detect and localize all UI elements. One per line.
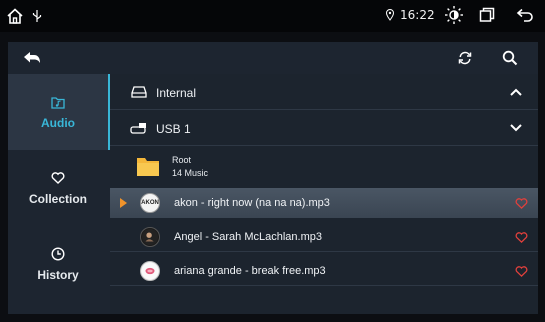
device-label: USB 1 [156, 122, 191, 136]
sidebar-item-label: Collection [28, 192, 87, 206]
device-internal[interactable]: Internal [110, 74, 538, 110]
status-bar: 16:22 [0, 0, 545, 32]
clock-icon [50, 246, 66, 262]
sidebar-item-label: Audio [41, 116, 75, 130]
song-row[interactable]: ariana grande - break free.mp3 [110, 256, 538, 286]
now-playing-icon [120, 198, 127, 208]
song-title: ariana grande - break free.mp3 [174, 265, 326, 277]
album-art [140, 261, 160, 281]
song-row[interactable]: AKON akon - right now (na na na).mp3 [110, 188, 538, 218]
back-arrow-icon[interactable] [20, 48, 44, 68]
sidebar-item-label: History [37, 268, 79, 282]
favorite-heart-icon[interactable] [514, 230, 528, 244]
location-icon [385, 8, 395, 22]
clock-time: 16:22 [400, 8, 435, 22]
drive-icon [130, 85, 148, 99]
sidebar-item-collection[interactable]: Collection [8, 150, 108, 226]
folder-name: Root [172, 155, 192, 165]
sidebar-item-history[interactable]: History [8, 226, 108, 302]
chevron-down-icon[interactable] [508, 120, 524, 136]
refresh-icon[interactable] [456, 49, 474, 67]
window-icon[interactable] [478, 6, 496, 24]
file-list: Internal USB 1 Root 14 Music AKON akon - [110, 74, 538, 314]
song-row[interactable]: Angel - Sarah McLachlan.mp3 [110, 222, 538, 252]
folder-root[interactable]: Root 14 Music [110, 148, 538, 186]
search-icon[interactable] [500, 48, 520, 68]
usb-drive-icon [130, 121, 148, 135]
home-icon[interactable] [4, 5, 26, 27]
sidebar: Audio Collection History [8, 74, 110, 314]
usb-icon [30, 7, 44, 25]
favorite-heart-icon[interactable] [514, 196, 528, 210]
device-label: Internal [156, 86, 197, 100]
favorite-heart-icon[interactable] [514, 264, 528, 278]
back-icon[interactable] [514, 6, 536, 24]
device-usb1[interactable]: USB 1 [110, 110, 538, 146]
music-folder-icon [50, 94, 66, 110]
album-art: AKON [140, 193, 160, 213]
folder-count: 14 Music [172, 168, 209, 178]
folder-icon [136, 155, 160, 177]
toolbar [8, 42, 538, 74]
song-title: akon - right now (na na na).mp3 [174, 197, 330, 209]
sidebar-item-audio[interactable]: Audio [8, 74, 110, 150]
song-title: Angel - Sarah McLachlan.mp3 [174, 231, 322, 243]
heart-icon [50, 170, 66, 186]
music-browser-window: Audio Collection History Internal USB 1 … [8, 42, 538, 314]
brightness-icon[interactable] [443, 4, 465, 26]
chevron-up-icon[interactable] [508, 84, 524, 100]
album-art [140, 227, 160, 247]
